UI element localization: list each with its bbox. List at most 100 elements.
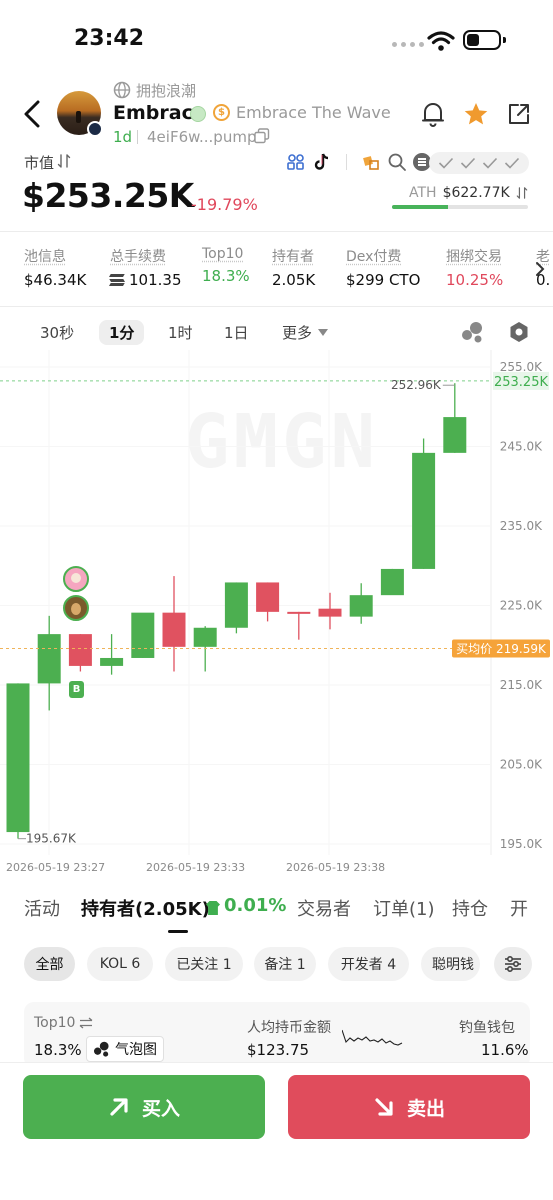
candle-body[interactable] [224,582,248,628]
arrow-up-right-icon [110,1098,128,1116]
low-price-label: 195.67K [26,832,77,846]
battery-icon [463,30,501,50]
y-axis-tick-label: 255.0K [500,360,543,374]
share-icon[interactable] [507,102,531,126]
y-axis-tick-label: 245.0K [500,440,543,454]
settings-icon[interactable] [507,320,531,344]
copy-icon[interactable] [254,128,270,144]
filter-all[interactable]: 全部 [24,947,75,981]
token-full-name: Embrace The Wave [236,103,391,122]
search-icon[interactable] [387,152,407,172]
bubbles-icon [94,1041,109,1057]
tiktok-icon[interactable] [312,152,332,172]
chart-watermark: GMGN [185,399,379,485]
audit-checks[interactable] [429,152,529,174]
candle-body[interactable] [100,657,124,666]
candle-body[interactable] [68,634,92,666]
tab-more[interactable]: 开 [510,895,528,921]
candle-body[interactable] [256,582,280,612]
social-links [286,152,431,172]
star-icon[interactable] [463,101,489,127]
tab-holders-indicator [168,930,188,933]
stat-top10[interactable]: Top10 18.3% [202,246,250,285]
filter-developer[interactable]: 开发者 4 [328,947,409,981]
chevron-right-icon[interactable] [534,261,546,277]
candle-body[interactable] [380,568,404,596]
candle-body[interactable] [443,417,467,453]
filter-kol[interactable]: KOL 6 [87,947,153,981]
ath-progress-bar [392,205,528,209]
bubble-map-button[interactable]: 气泡图 [86,1036,164,1062]
trader-avatar[interactable] [63,566,89,592]
trader-avatar[interactable] [63,595,89,621]
phishing-label: 钓鱼钱包 [459,1020,515,1036]
candle-body[interactable] [287,611,311,614]
chart-area[interactable]: GMGN 255.0K 245.0K 235.0K 225.0K 215.0K 205.0… [0,350,553,880]
y-axis-tick-label: 235.0K [500,519,543,533]
people-icon[interactable] [286,152,306,172]
y-axis-tick-label: 195.0K [500,837,543,851]
high-price-label: 252.96K [391,378,442,392]
ath-progress-fill [392,205,448,209]
candle-body[interactable] [37,634,61,684]
tab-orders[interactable]: 订单(1) [373,895,435,921]
avg-hold-sparkline [342,1029,403,1046]
check-icon [482,157,498,169]
tab-traders[interactable]: 交易者 [297,895,351,921]
timeframe-more[interactable]: 更多 [282,322,329,343]
avg-hold-label: 人均持币金额 [247,1020,331,1036]
candle-body[interactable] [6,683,30,833]
buy-marker-badge[interactable]: B [69,681,84,698]
buy-button[interactable]: 买入 [23,1075,265,1139]
coin-icon: $ [213,104,230,121]
filter-following[interactable]: 已关注 1 [165,947,243,981]
candle-body[interactable] [131,612,155,658]
stat-pool[interactable]: 池信息 $46.34K [24,246,86,289]
candle-body[interactable] [193,627,217,647]
market-cap-change: -19.79% [191,195,258,214]
filter-settings-icon[interactable] [494,947,532,981]
stat-fees[interactable]: 总手续费 101.35 [109,246,182,289]
tab-holders[interactable]: 持有者(2.05K) [81,895,210,921]
ath-row: ATH $622.77K [409,185,528,201]
token-address[interactable]: 4eiF6w...pump [147,128,256,146]
chart-tool-icon[interactable] [361,152,381,172]
filter-notes[interactable]: 备注 1 [254,947,316,981]
timeframe-1m[interactable]: 1分 [99,320,145,345]
candle-body[interactable] [318,608,342,617]
check-icon [460,157,476,169]
filter-smart-money[interactable]: 聪明钱 [421,947,480,981]
candle-body[interactable] [162,612,186,647]
tab-positions[interactable]: 持仓 [452,895,488,921]
top10-label[interactable]: Top10 [34,1015,93,1031]
back-icon[interactable] [22,100,42,128]
y-axis-tick-label: 205.0K [500,758,543,772]
stat-bundled[interactable]: 捆绑交易 10.25% [446,246,503,289]
stat-dex-paid[interactable]: Dex付费 $299 CTO [346,246,420,289]
x-axis-tick-label: 2026-05-19 23:27 [6,861,105,874]
stats-row[interactable]: 池信息 $46.34K 总手续费 101.35 Top10 18.3% 持有者 … [0,246,553,298]
tab-activity[interactable]: 活动 [24,895,60,921]
caret-down-icon [318,328,329,336]
status-time: 23:42 [74,26,145,51]
sell-button[interactable]: 卖出 [288,1075,530,1139]
globe-icon [113,81,131,99]
timeframe-30s[interactable]: 30秒 [40,322,74,343]
candle-body[interactable] [412,452,436,569]
candle-body[interactable] [349,595,373,617]
y-axis-tick-label: 225.0K [500,599,543,613]
bubbles-icon[interactable] [461,321,485,343]
arrow-down-right-icon [375,1098,393,1116]
top10-value: 18.3% [34,1041,82,1059]
x-axis-tick-label: 2026-05-19 23:33 [146,861,245,874]
timeframe-1d[interactable]: 1日 [224,322,249,343]
token-subtitle: 拥抱浪潮 [136,82,197,100]
stat-holders[interactable]: 持有者 2.05K [272,246,315,289]
sort-icon[interactable] [516,186,528,200]
cellular-signal-icon [392,42,424,47]
check-icon [504,157,520,169]
sort-icon[interactable] [57,153,71,169]
bell-icon[interactable] [421,101,445,127]
timeframe-1h[interactable]: 1时 [168,322,193,343]
holders-change: 0.01% [224,895,287,916]
